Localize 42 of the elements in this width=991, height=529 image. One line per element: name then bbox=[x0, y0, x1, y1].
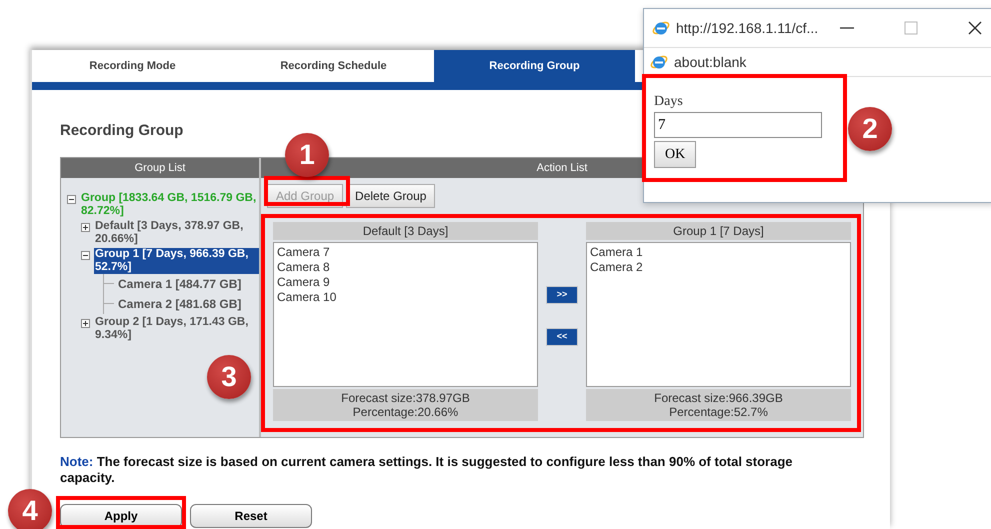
forecast-text: Forecast size:966.39GB bbox=[653, 390, 784, 404]
tab[interactable]: Recording Group bbox=[434, 50, 635, 82]
collapse-icon[interactable] bbox=[81, 250, 90, 260]
list-title: Default [3 Days] bbox=[273, 222, 538, 240]
address-text: about:blank bbox=[674, 52, 746, 72]
expand-icon[interactable] bbox=[81, 318, 90, 328]
percentage-text: Percentage:20.66% bbox=[352, 404, 460, 418]
tree-item[interactable]: Group 1 [7 Days, 966.39 GB, 52.7%] bbox=[94, 248, 259, 274]
reset-button[interactable]: Reset bbox=[190, 504, 312, 528]
move-button[interactable]: >> bbox=[546, 286, 578, 304]
browser-icon bbox=[652, 19, 670, 37]
expand-icon[interactable] bbox=[81, 222, 90, 232]
list-item[interactable]: Camera 7 bbox=[277, 244, 534, 260]
close-icon[interactable] bbox=[968, 21, 982, 35]
collapse-icon[interactable] bbox=[67, 194, 76, 204]
list-item[interactable]: Camera 8 bbox=[277, 260, 534, 274]
apply-button[interactable]: Apply bbox=[60, 504, 182, 528]
window-title: http://192.168.1.11/cf... bbox=[676, 18, 820, 38]
ok-button[interactable]: OK bbox=[654, 141, 696, 168]
days-field[interactable]: 7 bbox=[654, 112, 822, 138]
camera-list[interactable]: Camera 7 Camera 8 Camera 9 Camera 10 bbox=[273, 242, 538, 386]
forecast-text: Forecast size:378.97GB bbox=[340, 390, 471, 404]
browser-icon bbox=[650, 53, 668, 71]
note-text: Note: The forecast size is based on current camera settings. It is suggested to configure less than 90% of total storage capacity. bbox=[60, 454, 794, 486]
list-item[interactable]: Camera 1 bbox=[590, 244, 847, 260]
percentage-text: Percentage:52.7% bbox=[668, 404, 769, 418]
tree-item[interactable]: Camera 2 [481.68 GB] bbox=[118, 294, 242, 312]
tree-item[interactable]: Default [3 Days, 378.97 GB, 20.66%] bbox=[94, 220, 259, 246]
camera-list[interactable]: Camera 1 Camera 2 bbox=[586, 242, 851, 386]
list-item[interactable]: Camera 9 bbox=[277, 274, 534, 290]
step-badge: 4 bbox=[8, 489, 52, 529]
tree-item[interactable]: Group 2 [1 Days, 171.43 GB, 9.34%] bbox=[94, 316, 259, 342]
tree-item[interactable]: Camera 1 [484.77 GB] bbox=[118, 274, 242, 292]
delete-group-button[interactable]: Delete Group bbox=[346, 184, 436, 208]
list-item[interactable]: Camera 2 bbox=[590, 260, 847, 274]
move-button[interactable]: << bbox=[546, 328, 578, 346]
field-label: Days bbox=[654, 93, 684, 111]
section-title: Recording Group bbox=[60, 121, 184, 141]
list-item[interactable]: Camera 10 bbox=[277, 290, 534, 304]
tab[interactable]: Recording Mode bbox=[32, 50, 233, 82]
list-title: Group 1 [7 Days] bbox=[586, 222, 851, 240]
column-header: Group List bbox=[61, 158, 259, 178]
